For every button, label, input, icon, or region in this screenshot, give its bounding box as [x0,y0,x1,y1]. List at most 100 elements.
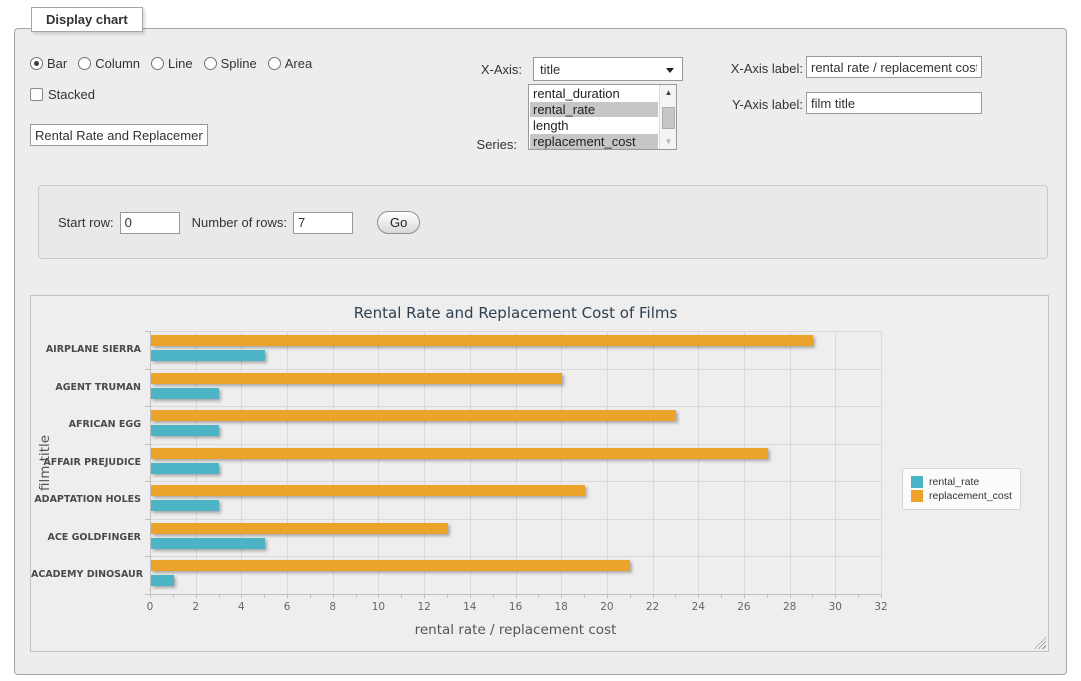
num-rows-label: Number of rows: [192,215,287,230]
legend-label: replacement_cost [929,490,1012,502]
x-axis-tick [538,594,539,598]
x-axis-tick [744,594,745,598]
bar-rental_rate[interactable] [151,500,219,511]
x-axis-tick [287,594,288,598]
series-option-length[interactable]: length [530,118,658,133]
y-axis-tick [145,556,150,557]
bar-replacement_cost[interactable] [151,560,630,571]
scrollbar-thumb[interactable] [662,107,675,129]
bar-rental_rate[interactable] [151,538,265,549]
display-chart-page: Display chart BarColumnLineSplineArea St… [0,0,1081,681]
x-axis-label-input[interactable] [806,56,982,78]
x-axis-tick [812,594,813,598]
x-axis-tick [881,594,882,598]
x-axis-tick [447,594,448,598]
x-tick-label: 24 [678,601,718,613]
bar-replacement_cost[interactable] [151,448,768,459]
x-axis-tick [196,594,197,598]
series-option-rental_rate[interactable]: rental_rate [530,102,658,117]
rows-panel: Start row: Number of rows: Go [38,185,1048,259]
gridline-vertical [561,331,562,594]
bar-rental_rate[interactable] [151,425,219,436]
radio-label: Area [285,56,312,71]
gridline-vertical [333,331,334,594]
num-rows-input[interactable] [293,212,353,234]
gridline-horizontal [150,331,881,332]
radio-icon[interactable] [151,57,164,70]
chart-type-option-column[interactable]: Column [78,56,140,71]
y-axis-label-label: Y-Axis label: [713,97,803,112]
radio-label: Line [168,56,193,71]
y-axis-tick [145,331,150,332]
category-label: ACADEMY DINOSAUR [31,556,141,594]
x-tick-label: 14 [450,601,490,613]
x-axis-tick [790,594,791,598]
gridline-vertical [607,331,608,594]
series-option-rental_duration[interactable]: rental_duration [530,86,658,101]
y-axis-tick [145,519,150,520]
x-tick-label: 28 [770,601,810,613]
bar-rental_rate[interactable] [151,463,219,474]
radio-label: Column [95,56,140,71]
radio-icon[interactable] [204,57,217,70]
x-tick-label: 4 [221,601,261,613]
chart-title-input[interactable] [30,124,208,146]
x-axis-tick [630,594,631,598]
chart-type-option-bar[interactable]: Bar [30,56,67,71]
resize-handle-icon[interactable] [1034,637,1046,649]
x-tick-label: 0 [130,601,170,613]
x-axis-select-label: X-Axis: [440,62,522,77]
x-axis-tick [264,594,265,598]
y-axis-tick [145,444,150,445]
stacked-checkbox-row[interactable]: Stacked [30,87,95,102]
chart-type-option-spline[interactable]: Spline [204,56,257,71]
y-axis-tick [145,369,150,370]
radio-icon[interactable] [30,57,43,70]
x-axis-select[interactable]: title [533,57,683,81]
stacked-checkbox[interactable] [30,88,43,101]
chart-type-option-area[interactable]: Area [268,56,312,71]
x-axis-tick [653,594,654,598]
start-row-label: Start row: [58,215,114,230]
category-label: ACE GOLDFINGER [31,519,141,557]
x-axis-label-label: X-Axis label: [713,61,803,76]
series-option-replacement_cost[interactable]: replacement_cost [530,134,658,149]
y-axis-tick [145,594,150,595]
y-axis-tick [145,481,150,482]
radio-icon[interactable] [78,57,91,70]
x-tick-label: 12 [404,601,444,613]
bar-rental_rate[interactable] [151,388,219,399]
gridline-vertical [424,331,425,594]
bar-replacement_cost[interactable] [151,373,562,384]
start-row-input[interactable] [120,212,180,234]
x-axis-tick [767,594,768,598]
category-label: AGENT TRUMAN [31,369,141,407]
go-button[interactable]: Go [377,211,420,234]
series-listbox[interactable]: ▲ ▼ rental_durationrental_ratelengthrepl… [528,84,677,150]
legend-item-rental_rate[interactable]: rental_rate [911,476,1012,488]
gridline-vertical [744,331,745,594]
listbox-scrollbar[interactable]: ▲ ▼ [659,85,676,149]
x-tick-label: 8 [313,601,353,613]
bar-replacement_cost[interactable] [151,410,676,421]
x-tick-label: 2 [176,601,216,613]
scroll-down-icon[interactable]: ▼ [660,134,677,149]
x-tick-label: 26 [724,601,764,613]
y-axis-label-input[interactable] [806,92,982,114]
bar-replacement_cost[interactable] [151,523,448,534]
x-axis-tick [516,594,517,598]
chart-type-option-line[interactable]: Line [151,56,193,71]
gridline-vertical [835,331,836,594]
bar-replacement_cost[interactable] [151,485,585,496]
radio-icon[interactable] [268,57,281,70]
x-axis-tick [219,594,220,598]
x-axis-tick [241,594,242,598]
bar-rental_rate[interactable] [151,575,174,586]
bar-replacement_cost[interactable] [151,335,813,346]
x-axis-tick [470,594,471,598]
x-tick-label: 16 [496,601,536,613]
bar-rental_rate[interactable] [151,350,265,361]
scroll-up-icon[interactable]: ▲ [660,85,677,100]
x-tick-label: 20 [587,601,627,613]
legend-item-replacement_cost[interactable]: replacement_cost [911,490,1012,502]
